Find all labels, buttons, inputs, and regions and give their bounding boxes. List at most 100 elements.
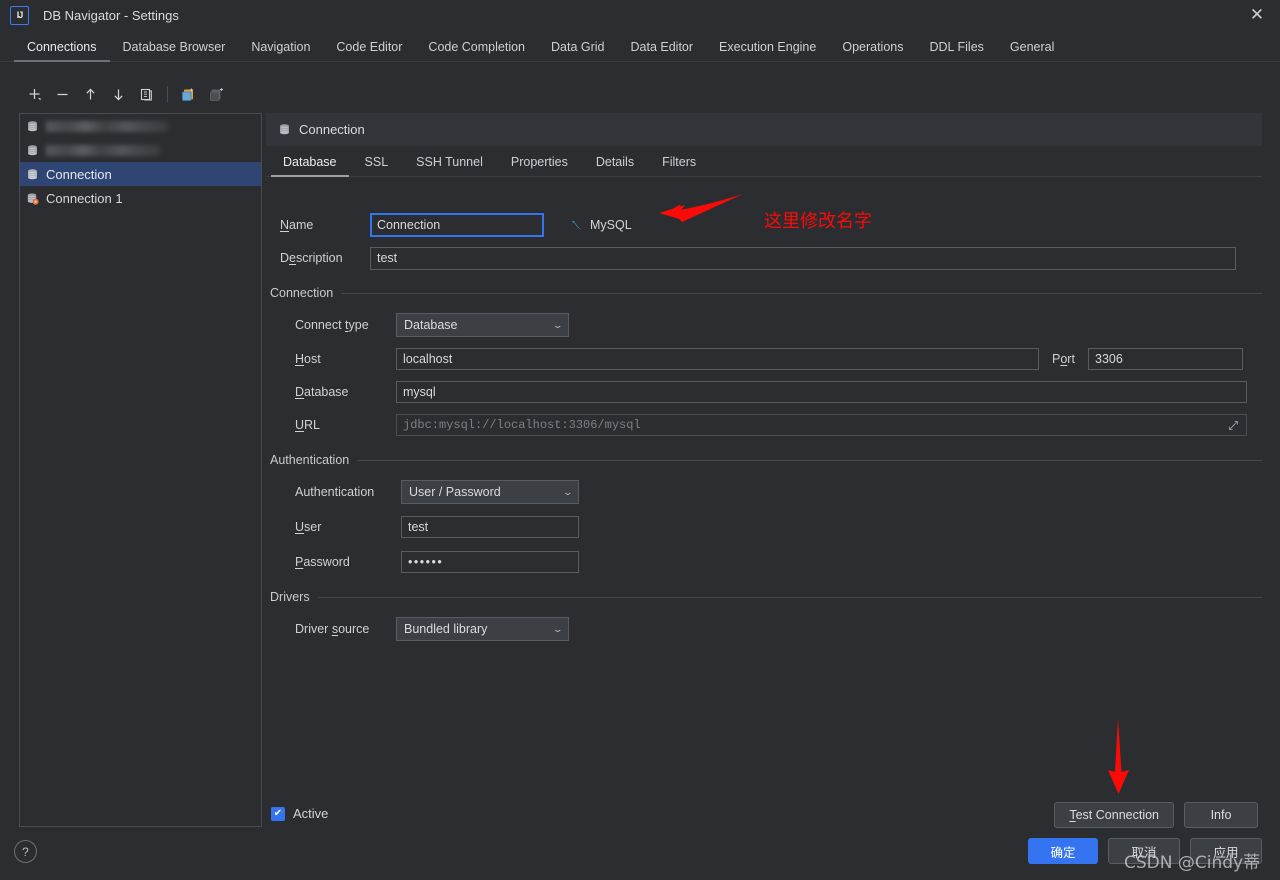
tab-connections[interactable]: Connections: [14, 40, 110, 62]
authentication-select[interactable]: User / Password ⌄: [401, 480, 579, 504]
panel-header-title: Connection: [299, 122, 365, 137]
active-checkbox[interactable]: ✔: [271, 806, 285, 821]
tab-database-browser[interactable]: Database Browser: [110, 40, 239, 61]
url-input: jdbc:mysql://localhost:3306/mysql: [396, 414, 1247, 436]
cancel-button[interactable]: 取消: [1108, 838, 1180, 864]
tab-details[interactable]: Details: [582, 155, 648, 176]
title-bar: IJ DB Navigator - Settings ✕: [0, 0, 1280, 30]
apply-button[interactable]: 应用: [1190, 838, 1262, 864]
user-label: User: [295, 520, 322, 534]
list-item-label: Connection: [46, 166, 112, 182]
connection-list-toolbar: [22, 80, 262, 108]
list-item-label-redacted: [46, 144, 160, 156]
port-label: Port: [1052, 352, 1075, 366]
info-button[interactable]: Info: [1184, 802, 1258, 828]
expand-icon: [1229, 420, 1238, 430]
checkmark-icon: ✔: [273, 807, 283, 819]
tab-code-editor[interactable]: Code Editor: [323, 40, 415, 61]
database-input[interactable]: mysql: [396, 381, 1247, 403]
intellij-logo-icon: IJ: [10, 5, 29, 25]
tab-database[interactable]: Database: [269, 155, 351, 177]
host-input[interactable]: localhost: [396, 348, 1039, 370]
add-connection-button[interactable]: [22, 82, 47, 106]
database-icon: [28, 120, 37, 131]
tab-data-editor[interactable]: Data Editor: [618, 40, 707, 61]
mysql-dolphin-icon: [572, 221, 582, 230]
group-divider: [341, 292, 1262, 294]
duplicate-button[interactable]: [134, 82, 159, 106]
password-input[interactable]: ••••••: [401, 551, 579, 573]
database-type-indicator: MySQL: [570, 218, 632, 232]
settings-tab-bar: Connections Database Browser Navigation …: [0, 30, 1280, 62]
tab-navigation[interactable]: Navigation: [238, 40, 323, 61]
chevron-down-icon: ⌄: [552, 319, 564, 330]
tab-operations[interactable]: Operations: [829, 40, 916, 61]
url-label: URL: [295, 418, 321, 432]
active-label: Active: [293, 806, 329, 821]
name-annotation-arrow-icon: [659, 194, 743, 222]
database-form: Name Connection MySQL Description test C…: [266, 177, 1262, 642]
user-input[interactable]: test: [401, 516, 579, 538]
database-type-label: MySQL: [590, 218, 632, 232]
connection-list[interactable]: Connection Connection 1: [19, 113, 262, 827]
host-label: Host: [295, 352, 321, 366]
driver-source-select[interactable]: Bundled library ⌄: [396, 617, 569, 641]
group-divider: [357, 459, 1262, 461]
ok-button[interactable]: 确定: [1028, 838, 1098, 864]
test-connection-button[interactable]: Test Connection: [1054, 802, 1174, 828]
password-label: Password: [295, 555, 350, 569]
group-label: Drivers: [270, 590, 310, 604]
list-item-label-redacted: [46, 120, 168, 132]
help-button[interactable]: ?: [14, 840, 37, 863]
description-input[interactable]: test: [370, 246, 1236, 270]
connect-type-value: Database: [404, 318, 458, 332]
tab-execution-engine[interactable]: Execution Engine: [706, 40, 829, 61]
connect-type-label: Connect type: [295, 318, 369, 332]
database-icon: [280, 124, 289, 135]
move-up-button[interactable]: [78, 82, 103, 106]
authentication-value: User / Password: [409, 485, 501, 499]
tab-general[interactable]: General: [997, 40, 1067, 61]
copy-button[interactable]: [176, 82, 201, 106]
tab-filters[interactable]: Filters: [648, 155, 710, 176]
group-divider: [317, 596, 1262, 598]
authentication-label: Authentication: [295, 485, 375, 499]
tab-ssh-tunnel[interactable]: SSH Tunnel: [402, 155, 497, 176]
active-checkbox-row[interactable]: ✔ Active: [271, 806, 328, 821]
test-connection-annotation-arrow-icon: [1108, 718, 1129, 794]
paste-button[interactable]: [204, 82, 229, 106]
tab-ddl-files[interactable]: DDL Files: [917, 40, 997, 61]
list-item-connection[interactable]: Connection: [20, 162, 261, 186]
driver-source-value: Bundled library: [404, 622, 488, 636]
tab-data-grid[interactable]: Data Grid: [538, 40, 618, 61]
database-error-icon: [27, 192, 39, 205]
driver-source-label: Driver source: [295, 622, 370, 636]
description-label: Description: [280, 251, 343, 265]
connection-tab-bar: Database SSL SSH Tunnel Properties Detai…: [266, 146, 1262, 177]
tab-ssl[interactable]: SSL: [351, 155, 403, 176]
port-input[interactable]: 3306: [1088, 348, 1243, 370]
move-down-button[interactable]: [106, 82, 131, 106]
close-icon[interactable]: ✕: [1234, 0, 1280, 30]
list-item[interactable]: [20, 138, 261, 162]
list-item[interactable]: [20, 114, 261, 138]
remove-connection-button[interactable]: [50, 82, 75, 106]
name-input[interactable]: Connection: [370, 213, 544, 237]
group-label: Authentication: [270, 453, 350, 467]
list-item-label: Connection 1: [46, 190, 123, 206]
tab-code-completion[interactable]: Code Completion: [415, 40, 538, 61]
tab-properties[interactable]: Properties: [497, 155, 582, 176]
name-annotation-text: 这里修改名字: [764, 211, 872, 232]
dialog-buttons: 确定 取消 应用: [1028, 838, 1262, 864]
connect-type-select[interactable]: Database ⌄: [396, 313, 569, 337]
database-icon: [28, 144, 37, 155]
toolbar-separator: [167, 86, 168, 102]
drivers-group-title: Drivers: [270, 590, 1262, 604]
chevron-down-icon: ⌄: [552, 623, 564, 634]
database-label: Database: [295, 385, 349, 399]
connection-action-buttons: Test Connection Info: [1054, 802, 1258, 828]
panel-header: Connection: [266, 113, 1262, 146]
group-label: Connection: [270, 286, 334, 300]
name-label: Name: [280, 218, 314, 232]
list-item-connection-1[interactable]: Connection 1: [20, 186, 261, 210]
